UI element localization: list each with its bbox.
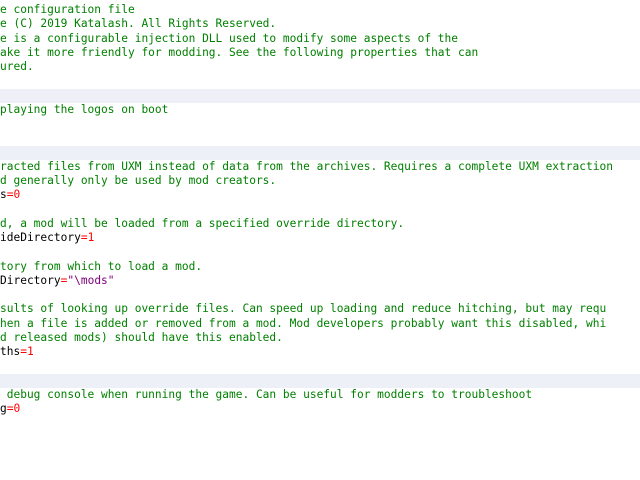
equals-operator: =: [6, 188, 14, 202]
comment-line: e (C) 2019 Katalash. All Rights Reserved…: [0, 17, 640, 31]
comment-text: playing the logos on boot: [0, 102, 169, 116]
comment-text: e configuration file: [0, 3, 135, 16]
setting-value: 0: [13, 402, 21, 415]
setting-key: g: [0, 402, 7, 415]
setting-key: ideDirectory: [0, 231, 81, 244]
setting-key: Directory: [0, 273, 61, 287]
setting-value: 1: [26, 345, 34, 358]
setting-line: s=0: [0, 188, 640, 202]
comment-line: d released mods) should have this enable…: [0, 331, 640, 345]
setting-key: s: [0, 188, 7, 202]
equals-operator: =: [80, 231, 88, 244]
comment-line: d generally only be used by mod creators…: [0, 174, 640, 188]
section-separator-line: [0, 373, 640, 388]
comment-text: racted files from UXM instead of data fr…: [0, 159, 613, 173]
comment-line: sults of looking up override files. Can …: [0, 302, 640, 316]
comment-text: d released mods) should have this enable…: [0, 330, 283, 344]
comment-line: ured.: [0, 60, 640, 74]
comment-line: debug console when running the game. Can…: [0, 388, 640, 402]
comment-text: tory from which to load a mod.: [0, 259, 203, 273]
setting-line: ths=1: [0, 345, 640, 359]
comment-line: e configuration file: [0, 3, 640, 17]
setting-key: ths: [0, 345, 21, 358]
comment-text: d generally only be used by mod creators…: [0, 174, 277, 187]
setting-value: 1: [87, 231, 95, 244]
comment-text: hen a file is added or removed from a mo…: [0, 316, 607, 330]
comment-line: d, a mod will be loaded from a specified…: [0, 217, 640, 231]
comment-text: debug console when running the game. Can…: [0, 387, 533, 401]
comment-line: hen a file is added or removed from a mo…: [0, 317, 640, 331]
comment-text: sults of looking up override files. Can …: [0, 302, 607, 316]
comment-line: ake it more friendly for modding. See th…: [0, 46, 640, 60]
equals-operator: =: [6, 402, 14, 415]
comment-text: ake it more friendly for modding. See th…: [0, 45, 479, 59]
equals-operator: =: [20, 345, 27, 358]
comment-text: ured.: [0, 60, 34, 73]
comment-line: playing the logos on boot: [0, 103, 640, 117]
comment-line: e is a configurable injection DLL used t…: [0, 32, 640, 46]
comment-text: e is a configurable injection DLL used t…: [0, 31, 459, 45]
comment-text: d, a mod will be loaded from a specified…: [0, 216, 405, 230]
ini-editor-text-area[interactable]: e configuration file e (C) 2019 Katalash.…: [0, 0, 640, 480]
setting-value: "\mods": [67, 273, 115, 287]
section-separator-line: [0, 88, 640, 103]
setting-line: Directory="\mods": [0, 274, 640, 288]
section-separator-line: [0, 145, 640, 160]
setting-line: ideDirectory=1: [0, 231, 640, 245]
comment-line: racted files from UXM instead of data fr…: [0, 160, 640, 174]
comment-line: tory from which to load a mod.: [0, 260, 640, 274]
setting-value: 0: [13, 188, 21, 202]
setting-line: g=0: [0, 402, 640, 416]
comment-text: e (C) 2019 Katalash. All Rights Reserved…: [0, 17, 277, 31]
